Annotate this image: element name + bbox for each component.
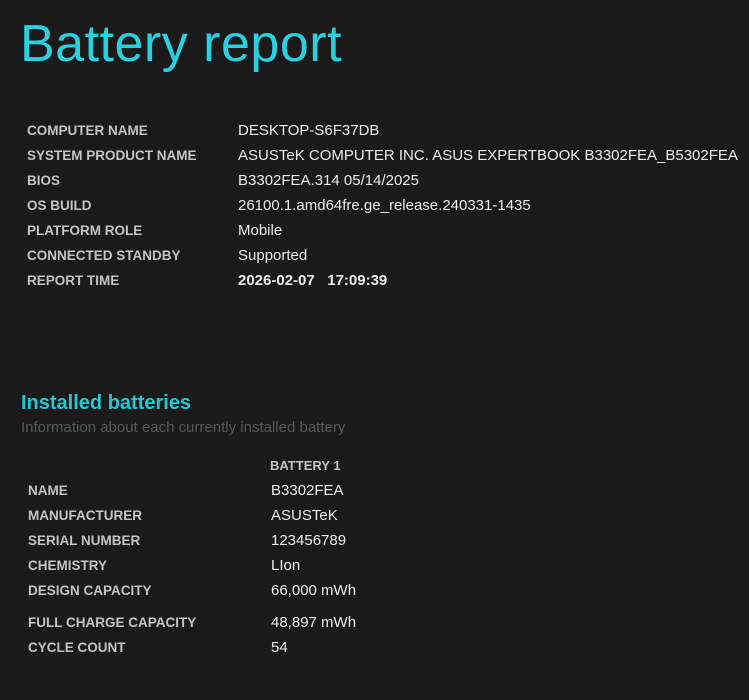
row-value: 2026-02-07 17:09:39 <box>238 272 388 289</box>
row-label: NAME <box>28 483 68 498</box>
row-label: MANUFACTURER <box>28 508 142 523</box>
row-value: 54 <box>271 639 288 656</box>
row-label: CYCLE COUNT <box>28 640 126 655</box>
row-label: OS BUILD <box>27 198 92 213</box>
row-value: DESKTOP-S6F37DB <box>238 122 380 139</box>
row-value: 48,897 mWh <box>271 614 357 631</box>
row-label: SYSTEM PRODUCT NAME <box>27 148 197 163</box>
row-value: Supported <box>238 247 308 264</box>
row-label: CONNECTED STANDBY <box>27 248 181 263</box>
row-value: B3302FEA.314 05/14/2025 <box>238 172 419 189</box>
row-label: SERIAL NUMBER <box>28 533 141 548</box>
column-header-battery: BATTERY 1 <box>270 458 341 473</box>
row-value: LIon <box>271 557 301 574</box>
row-value: Mobile <box>238 222 283 239</box>
row-value: ASUSTeK COMPUTER INC. ASUS EXPERTBOOK B3… <box>238 147 738 164</box>
row-value: 66,000 mWh <box>271 582 357 599</box>
section-subtitle: Information about each currently install… <box>21 419 346 436</box>
row-label: PLATFORM ROLE <box>27 223 143 238</box>
row-label: COMPUTER NAME <box>27 123 148 138</box>
row-value: 123456789 <box>271 532 347 549</box>
row-value: ASUSTeK <box>271 507 338 524</box>
row-label: CHEMISTRY <box>28 558 108 573</box>
row-label: FULL CHARGE CAPACITY <box>28 615 197 630</box>
row-label: REPORT TIME <box>27 273 120 288</box>
row-label: BIOS <box>27 173 61 188</box>
page-title: Battery report <box>20 15 343 73</box>
section-heading: Installed batteries <box>21 392 192 414</box>
row-value: 26100.1.amd64fre.ge_release.240331-1435 <box>238 197 531 214</box>
row-label: DESIGN CAPACITY <box>28 583 152 598</box>
row-value: B3302FEA <box>271 482 344 499</box>
